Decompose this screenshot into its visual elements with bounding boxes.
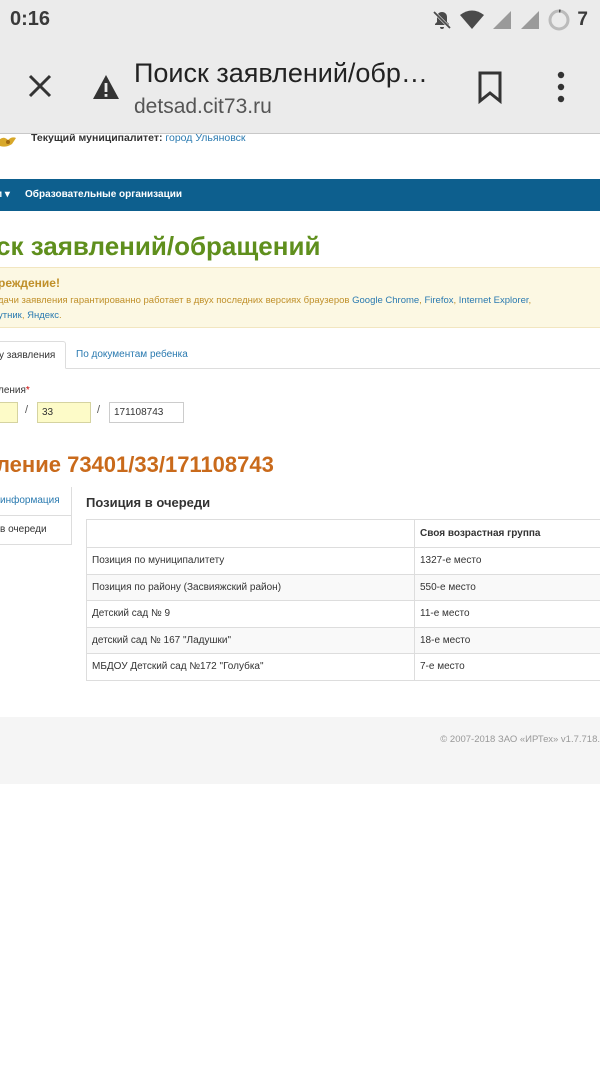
sidenav-queue-position[interactable]: в очереди — [0, 516, 72, 545]
alert-text-start: дачи заявления гарантированно работает в… — [0, 295, 353, 306]
row-value: 1327-е место — [414, 547, 600, 575]
field-label-text: ления — [0, 385, 26, 396]
warning-icon[interactable] — [92, 74, 120, 100]
municipality-label: Текущий муниципалитет: — [31, 134, 163, 144]
link-yandex[interactable]: Яндекс — [27, 310, 59, 321]
link-firefox[interactable]: Firefox — [424, 295, 453, 306]
municipality-link[interactable]: город Ульяновск — [165, 134, 245, 144]
nav-item-organizations[interactable]: Образовательные организации — [25, 189, 182, 200]
row-value: 18-е место — [414, 626, 600, 654]
queue-position-table: Своя возрастная группа Позиция по муници… — [86, 519, 600, 681]
signal-icon — [493, 11, 512, 29]
page-title: ск заявлений/обращений — [0, 231, 321, 261]
tab-by-child-documents[interactable]: По документам ребенка — [76, 341, 188, 369]
status-time: 0:16 — [10, 8, 51, 30]
application-title: ление 73401/33/171108743 — [0, 452, 274, 477]
signal-icon-2 — [521, 11, 540, 29]
required-mark: * — [25, 385, 30, 396]
footer-copyright: © 2007-2018 ЗАО «ИРТех» v1.7.718. — [440, 734, 600, 745]
link-sputnik[interactable]: утник — [0, 310, 22, 321]
page-footer: © 2007-2018 ЗАО «ИРТех» v1.7.718. — [0, 717, 600, 784]
browser-toolbar: Поиск заявлений/обр… detsad.cit73.ru — [0, 40, 600, 134]
alert-end: . — [59, 310, 62, 321]
search-tabs: у заявления По документам ребенка — [0, 341, 600, 369]
row-label: Позиция по району (Засвияжский район) — [86, 573, 415, 601]
bookmark-icon[interactable] — [476, 70, 504, 104]
alert-title: реждение! — [0, 276, 60, 290]
link-google-chrome[interactable]: Google Chrome — [352, 295, 419, 306]
row-label: детский сад № 167 "Ладушки" — [86, 626, 415, 654]
status-icons: 7 — [431, 8, 588, 32]
page-url[interactable]: detsad.cit73.ru — [134, 95, 272, 119]
row-label: МБДОУ Детский сад №172 "Голубка" — [86, 653, 415, 681]
table-row: МБДОУ Детский сад №172 "Голубка" 7-е мес… — [86, 653, 600, 681]
web-page: Текущий муниципалитет: город Ульяновск и… — [0, 134, 600, 1065]
municipality-info: Текущий муниципалитет: город Ульяновск — [31, 134, 246, 144]
browser-warning-alert: реждение! дачи заявления гарантированно … — [0, 267, 600, 328]
page-tab-title: Поиск заявлений/обр… — [134, 58, 428, 88]
row-value: 550-е место — [414, 573, 600, 601]
application-part-2-input[interactable]: 33 — [37, 402, 91, 423]
row-label: Детский сад № 9 — [86, 600, 415, 628]
alert-text: дачи заявления гарантированно работает в… — [0, 293, 600, 323]
more-vert-icon[interactable] — [552, 70, 570, 104]
column-header-age-group: Своя возрастная группа — [414, 519, 600, 548]
separator-slash: / — [25, 404, 29, 416]
table-row: Позиция по муниципалитету 1327-е место — [86, 547, 600, 575]
table-header-row: Своя возрастная группа — [86, 519, 600, 548]
sidenav-general-info[interactable]: информация — [0, 487, 72, 516]
close-icon[interactable] — [24, 70, 56, 102]
main-navbar: и ▾ Образовательные организации — [0, 179, 600, 211]
queue-section-title: Позиция в очереди — [86, 495, 211, 510]
tab-by-application-number[interactable]: у заявления — [0, 341, 66, 369]
column-header-empty — [86, 519, 415, 548]
status-bar: 0:16 7 — [0, 0, 600, 40]
row-label: Позиция по муниципалитету — [86, 547, 415, 575]
battery-icon — [548, 9, 570, 31]
row-value: 11-е место — [414, 600, 600, 628]
table-row: Детский сад № 9 11-е место — [86, 600, 600, 628]
wifi-icon — [460, 10, 485, 29]
separator-slash: / — [97, 404, 101, 416]
emblem-logo — [0, 137, 16, 147]
battery-level: 7 — [577, 9, 588, 30]
table-row: детский сад № 167 "Ладушки" 18-е место — [86, 626, 600, 654]
application-part-1-input[interactable] — [0, 402, 18, 423]
row-value: 7-е место — [414, 653, 600, 681]
alert-sep: , — [528, 295, 532, 306]
table-row: Позиция по району (Засвияжский район) 55… — [86, 573, 600, 601]
application-number-label: ления* — [0, 385, 30, 396]
notifications-off-icon — [433, 10, 452, 30]
link-internet-explorer[interactable]: Internet Explorer — [459, 295, 529, 306]
application-part-3-input[interactable]: 171108743 — [109, 402, 184, 423]
application-sidenav: информация в очереди — [0, 487, 72, 545]
nav-item-dropdown[interactable]: и ▾ — [0, 189, 10, 200]
